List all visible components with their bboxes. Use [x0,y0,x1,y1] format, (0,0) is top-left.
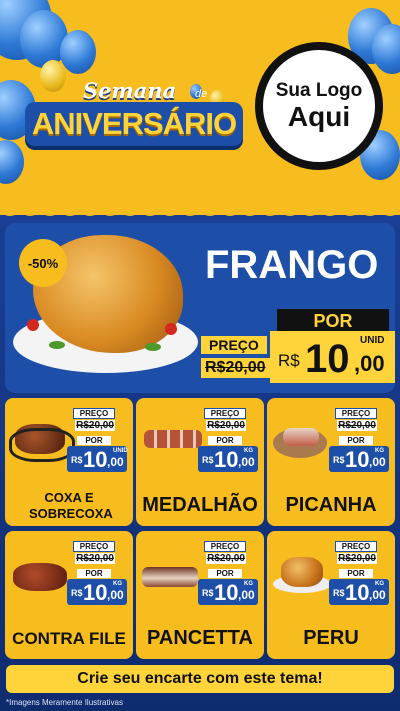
price-int: 10 [214,447,239,472]
herb-garnish [49,341,65,349]
por-label: POR [339,569,373,578]
por-label: POR [208,569,242,578]
title-main: ANIVERSÁRIO [25,102,243,146]
header-area: Semana de ANIVERSÁRIO Sua Logo Aqui [0,0,400,215]
product-image [142,567,198,587]
price-dec: ,00 [369,588,386,602]
price-int: 10 [83,580,108,605]
balloon-icon [60,30,96,74]
price-unit: UNID [113,448,128,454]
product-card-peru[interactable]: PREÇO R$20,00 POR R$ 10 ,00 KG PERU [267,531,395,659]
preco-label: PREÇO [73,408,115,419]
hero-product-name: FRANGO [205,243,379,287]
hero-currency: R$ [278,351,300,370]
preco-label: PREÇO [204,541,246,552]
hero-price-int: 10 [305,337,350,381]
product-image [144,430,202,448]
preco-label: PREÇO [335,408,377,419]
price-tag: R$ 10 ,00 KG [329,446,389,472]
event-title: Semana de ANIVERSÁRIO [25,78,245,158]
price-unit: KG [375,448,384,454]
product-image [13,563,67,591]
por-label: POR [77,569,111,578]
product-name: PICANHA [285,494,377,516]
product-name: PANCETTA [147,627,253,649]
price-unit: KG [375,581,384,587]
tomato-garnish [27,319,39,331]
product-name: COXA E SOBRECOXA [29,490,113,521]
price-tag: R$ 10 ,00 KG [198,446,258,472]
balloon-icon [372,24,400,74]
product-name: MEDALHÃO [142,494,258,516]
cta-banner[interactable]: Crie seu encarte com este tema! [6,665,394,693]
price-dec: ,00 [369,455,386,469]
hero-por-label: POR [277,309,389,333]
por-label: POR [77,436,111,445]
hero-price-dec: ,00 [354,351,385,376]
balloon-icon [0,140,24,184]
product-card-picanha[interactable]: PREÇO R$20,00 POR R$ 10 ,00 KG PICANHA [267,398,395,526]
price-tag: R$ 10 ,00 UNID [67,446,128,472]
logo-line1: Sua Logo [275,80,363,101]
price-dec: ,00 [107,455,124,469]
product-name: CONTRA FILE [12,629,126,648]
price-currency: R$ [333,455,345,465]
price-tag: R$ 10 ,00 KG [329,579,389,605]
product-card-coxa[interactable]: PREÇO R$20,00 POR R$ 10 ,00 UNID COXA E … [5,398,133,526]
footnote: *Imagens Meramente Ilustrativas [6,698,123,707]
price-unit: KG [113,581,122,587]
old-price: R$20,00 [75,553,115,564]
old-price: R$20,00 [206,553,246,564]
price-currency: R$ [71,588,83,598]
preco-label: PREÇO [73,541,115,552]
old-price: R$20,00 [206,420,246,431]
preco-label: PREÇO [204,408,246,419]
hero-preco-label: PREÇO [201,336,267,354]
tomato-garnish [165,323,177,335]
herb-garnish [145,343,161,351]
price-currency: R$ [202,588,214,598]
old-price: R$20,00 [337,553,377,564]
product-card-medalhao[interactable]: PREÇO R$20,00 POR R$ 10 ,00 KG MEDALHÃO [136,398,264,526]
product-image [283,428,319,446]
price-int: 10 [214,580,239,605]
old-price: R$20,00 [337,420,377,431]
price-currency: R$ [202,455,214,465]
hero-offer[interactable]: -50% FRANGO POR PREÇO R$20,00 R$ 10 ,00 … [5,223,395,393]
product-name: PERU [303,627,359,649]
logo-line2: Aqui [287,101,351,132]
product-card-contra-file[interactable]: PREÇO R$20,00 POR R$ 10 ,00 KG CONTRA FI… [5,531,133,659]
preco-label: PREÇO [335,541,377,552]
hero-price: R$ 10 ,00 UNID [270,331,395,383]
old-price: R$20,00 [75,420,115,431]
price-unit: KG [244,581,253,587]
price-currency: R$ [71,455,83,465]
price-tag: R$ 10 ,00 KG [67,579,127,605]
title-semana: Semana [83,78,177,103]
hero-old-price: R$20,00 [201,358,270,378]
discount-badge: -50% [19,239,67,287]
price-currency: R$ [333,588,345,598]
price-dec: ,00 [238,588,255,602]
title-main-text: ANIVERSÁRIO [31,106,237,141]
pan-image [9,428,75,462]
price-int: 10 [345,580,370,605]
por-label: POR [339,436,373,445]
product-image [281,557,323,587]
por-label: POR [208,436,242,445]
price-dec: ,00 [107,588,124,602]
price-int: 10 [345,447,370,472]
title-de: de [195,88,208,100]
hero-unit: UNID [360,335,385,346]
product-card-pancetta[interactable]: PREÇO R$20,00 POR R$ 10 ,00 KG PANCETTA [136,531,264,659]
price-unit: KG [244,448,253,454]
logo-placeholder: Sua Logo Aqui [255,42,383,170]
scallop-divider [0,205,400,216]
price-tag: R$ 10 ,00 KG [198,579,258,605]
price-dec: ,00 [238,455,255,469]
price-int: 10 [83,447,108,472]
